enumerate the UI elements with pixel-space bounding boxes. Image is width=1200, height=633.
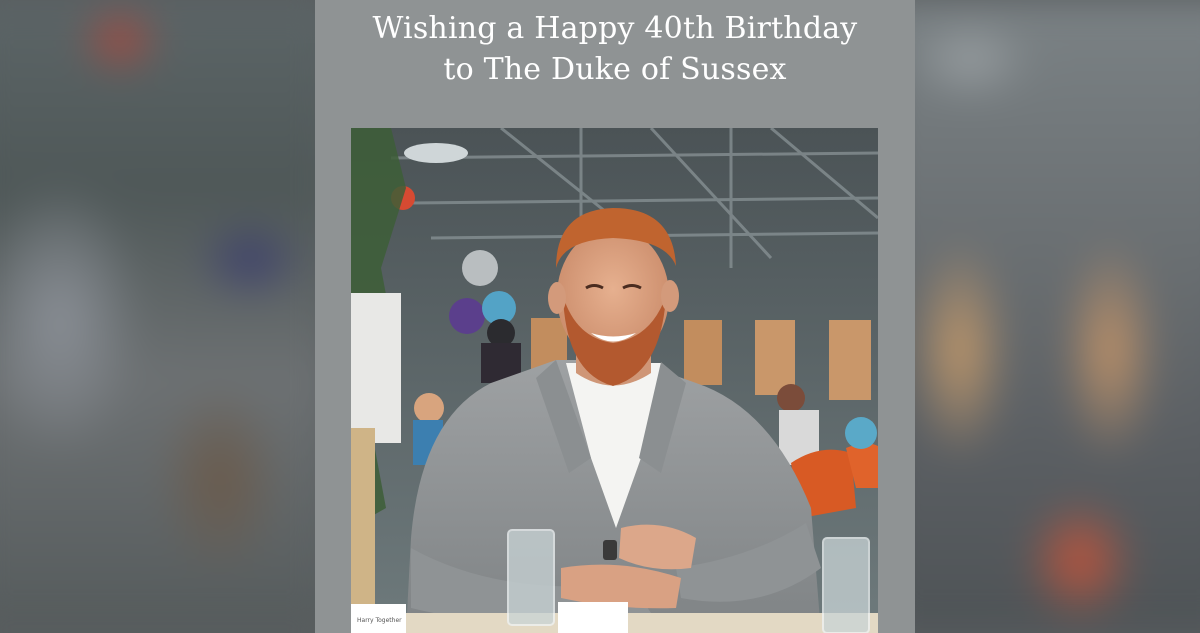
water-glass (822, 537, 870, 633)
purple-balloon (449, 298, 485, 334)
ear (661, 280, 679, 312)
blue-chair (845, 417, 877, 449)
birthday-photo: Harry Together (351, 128, 878, 633)
place-card-text: Harry Together (357, 617, 402, 624)
blurred-background-right (880, 0, 1200, 633)
story-card[interactable]: Wishing a Happy 40th Birthday to The Duk… (315, 0, 915, 633)
headline-line-1: Wishing a Happy 40th Birthday (372, 11, 858, 46)
silver-balloon (462, 250, 498, 286)
ceiling-lamp (404, 143, 468, 163)
wood-panel (684, 320, 722, 385)
wood-panel (755, 320, 795, 395)
background-child (414, 393, 444, 423)
ear (548, 282, 566, 314)
background-person (351, 293, 401, 443)
wood-panel (829, 320, 871, 400)
headline-line-2: to The Duke of Sussex (443, 52, 787, 87)
blurred-background-left (0, 0, 330, 633)
place-card (558, 602, 628, 633)
background-person (487, 319, 515, 347)
story-headline: Wishing a Happy 40th Birthday to The Duk… (315, 8, 915, 90)
wooden-post (351, 428, 375, 633)
story-view: Wishing a Happy 40th Birthday to The Duk… (0, 0, 1200, 633)
water-glass (507, 529, 555, 626)
background-person (777, 384, 805, 412)
wristwatch (603, 540, 617, 560)
